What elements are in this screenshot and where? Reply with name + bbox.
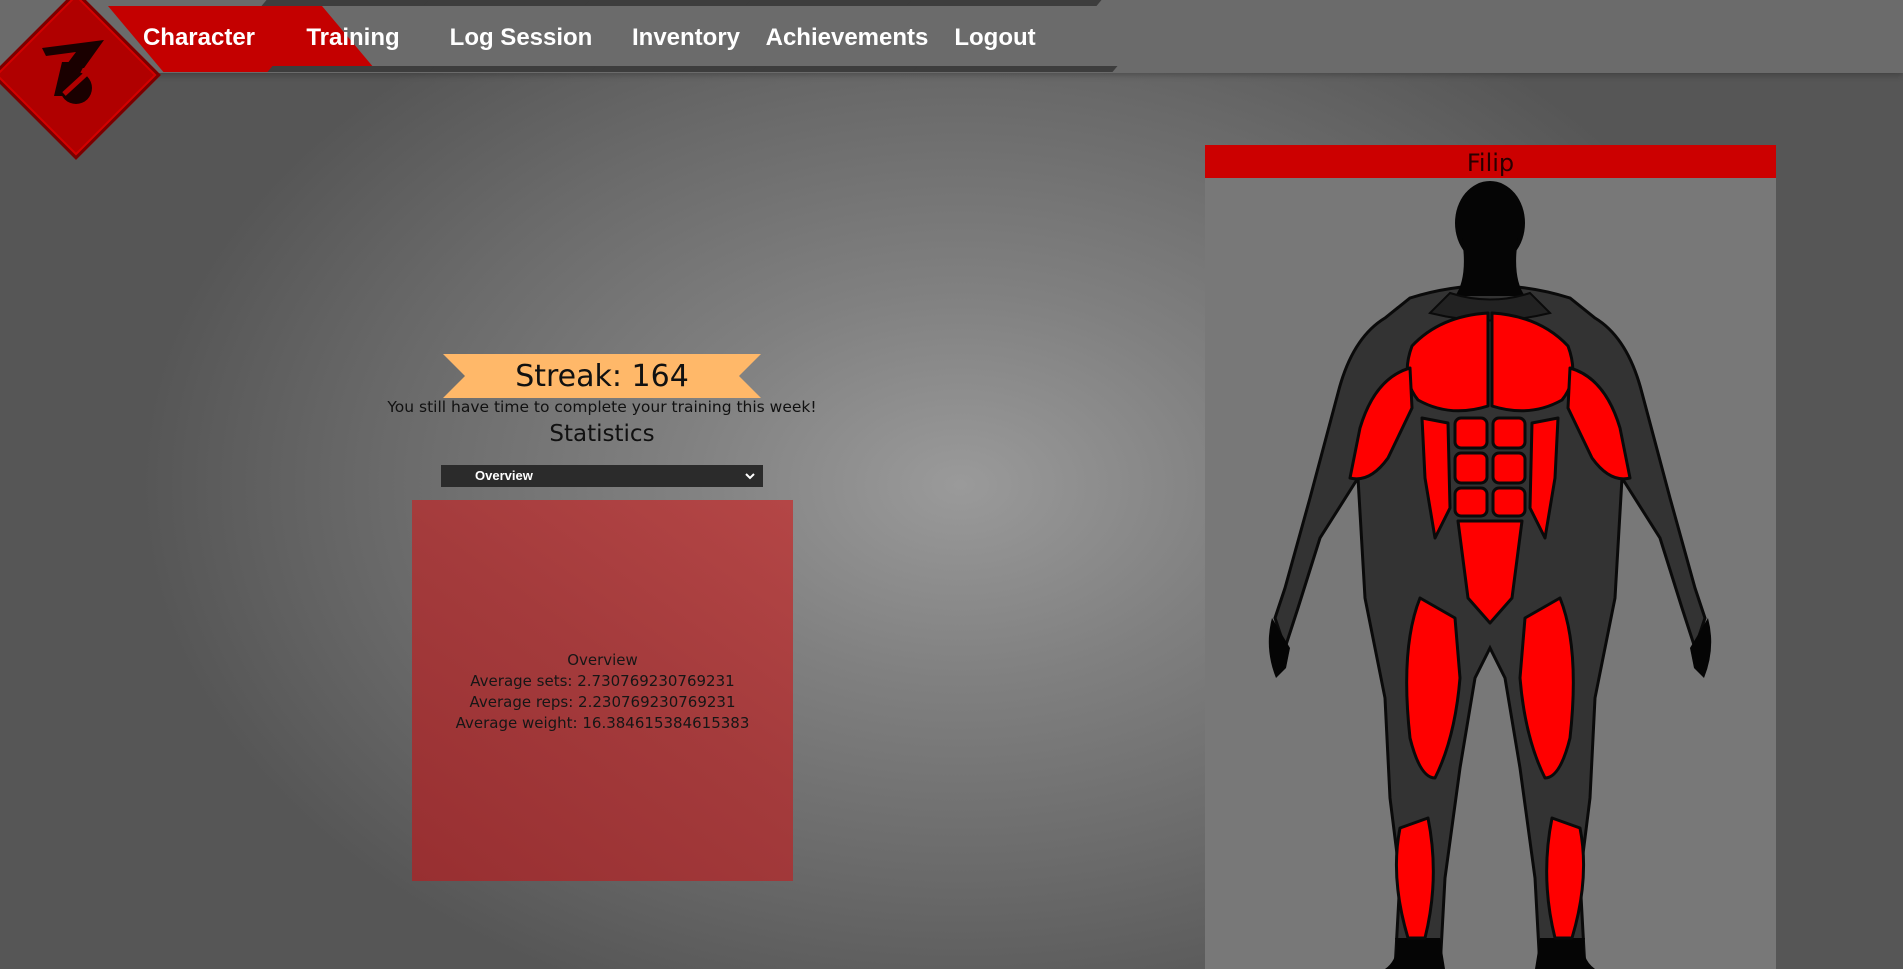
streak-banner: Streak: 164: [443, 354, 761, 398]
statistics-lines: Overview Average sets: 2.730769230769231…: [412, 650, 793, 734]
nav-tab-logout[interactable]: Logout: [897, 0, 1118, 72]
nav-tab-label: Logout: [954, 24, 1036, 51]
statistics-panel-title: Overview: [567, 651, 638, 669]
statistics-select[interactable]: Overview: [441, 465, 763, 487]
nav-tab-label: Training: [306, 24, 400, 51]
statistics-panel: Overview Average sets: 2.730769230769231…: [412, 500, 793, 881]
streak-message: You still have time to complete your tra…: [387, 398, 817, 416]
stat-average-weight: Average weight: 16.384615384615383: [455, 714, 750, 732]
streak-count: Streak: 164: [515, 359, 689, 394]
statistics-heading: Statistics: [549, 421, 655, 447]
stat-average-reps: Average reps: 2.230769230769231: [469, 693, 736, 711]
chevron-down-icon: [745, 473, 755, 480]
character-name: Filip: [1205, 145, 1776, 178]
stat-average-sets: Average sets: 2.730769230769231: [470, 672, 735, 690]
statistics-select-value: Overview: [475, 468, 533, 483]
logo-icon: [42, 40, 104, 104]
body-muscle-figure: [1268, 181, 1712, 969]
